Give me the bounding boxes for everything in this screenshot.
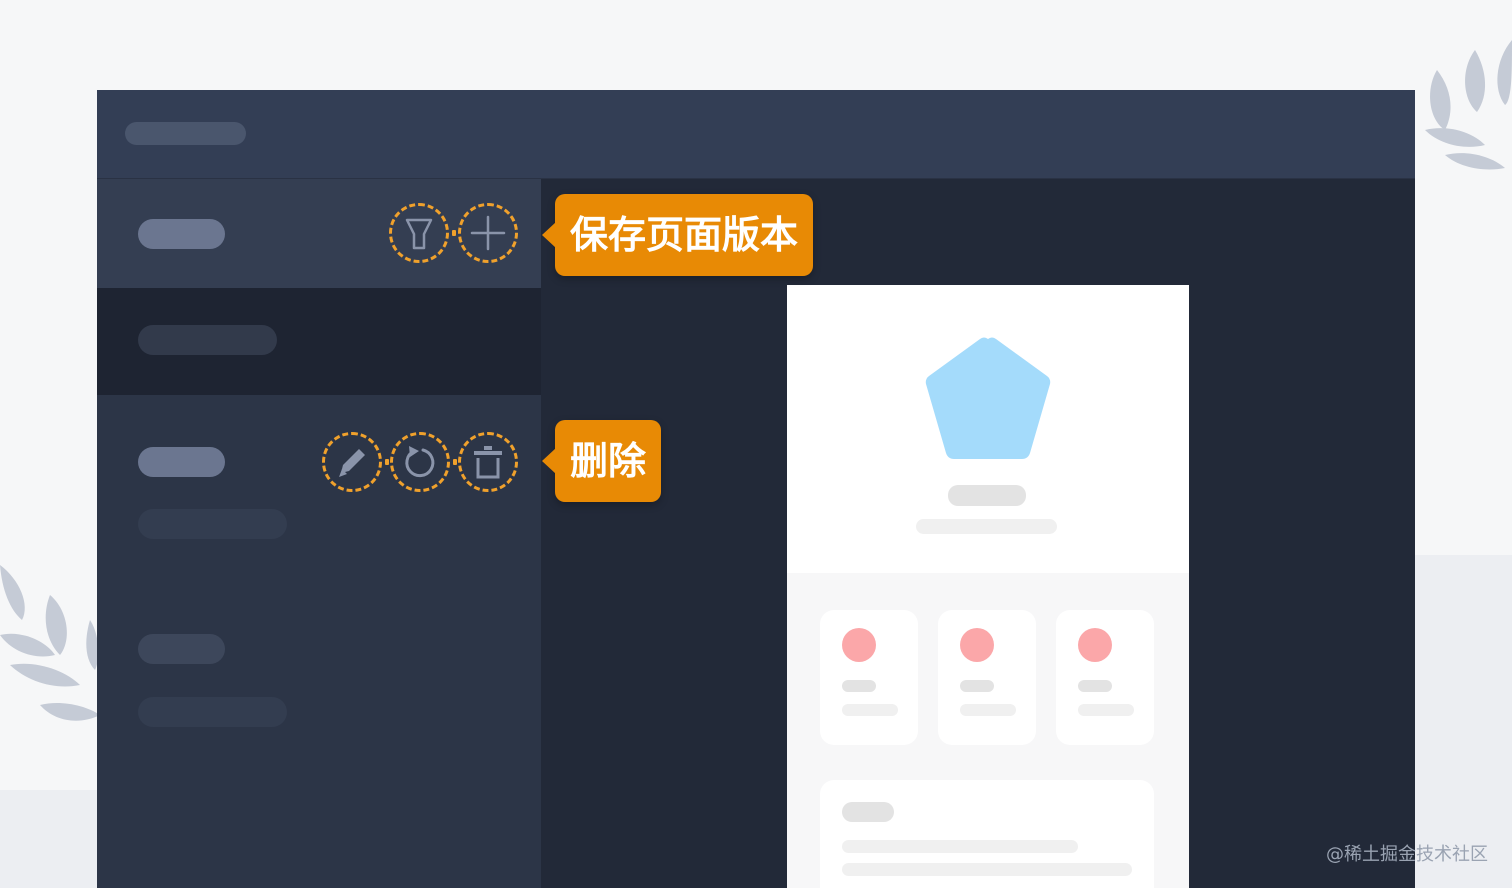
trash-icon [474,446,502,479]
edit-button[interactable] [322,432,382,492]
pentagon-logo [925,337,1051,459]
preview-card [938,610,1036,745]
filter-button[interactable] [389,203,449,263]
preview-title-placeholder [948,485,1026,506]
filter-icon [405,218,433,250]
card-value-placeholder [1078,704,1134,716]
version-item-title-placeholder [138,634,225,664]
revert-button[interactable] [390,432,450,492]
preview-card [820,610,918,745]
version-item-subtitle-placeholder [138,509,287,539]
preview-content-card [820,780,1154,888]
leaf-decoration-left [0,565,100,721]
card-avatar [960,628,994,662]
preview-card [1056,610,1154,745]
watermark: @稀土掘金技术社区 [1326,844,1488,865]
content-line-placeholder [842,863,1132,876]
top-bar [97,90,1415,179]
revert-icon [405,446,435,478]
preview-subtitle-placeholder [916,519,1057,534]
card-value-placeholder [842,704,898,716]
plus-icon [470,215,506,251]
add-version-button[interactable] [458,203,518,263]
card-avatar [842,628,876,662]
sidebar [97,179,541,888]
icon-connector [452,230,456,236]
edit-pencil-icon [339,449,365,477]
content-title-placeholder [842,802,894,822]
version-item-title-placeholder [138,325,277,355]
card-label-placeholder [842,680,876,692]
page-preview [787,285,1189,888]
save-version-callout: 保存页面版本 [541,194,814,276]
card-label-placeholder [960,680,994,692]
preview-header [787,285,1189,573]
delete-callout: 删除 [541,420,662,502]
card-label-placeholder [1078,680,1112,692]
version-list-item-selected[interactable] [97,288,541,395]
content-line-placeholder [842,840,1078,853]
background-wave-right [1415,555,1512,888]
card-value-placeholder [960,704,1016,716]
icon-connector [385,459,389,465]
card-avatar [1078,628,1112,662]
leaf-decoration-right [1425,40,1512,170]
sidebar-header-title-placeholder [138,219,225,249]
version-item-subtitle-placeholder [138,697,287,727]
app-title-placeholder [125,122,246,145]
icon-connector [453,459,457,465]
version-item-title-placeholder [138,447,225,477]
delete-button[interactable] [458,432,518,492]
